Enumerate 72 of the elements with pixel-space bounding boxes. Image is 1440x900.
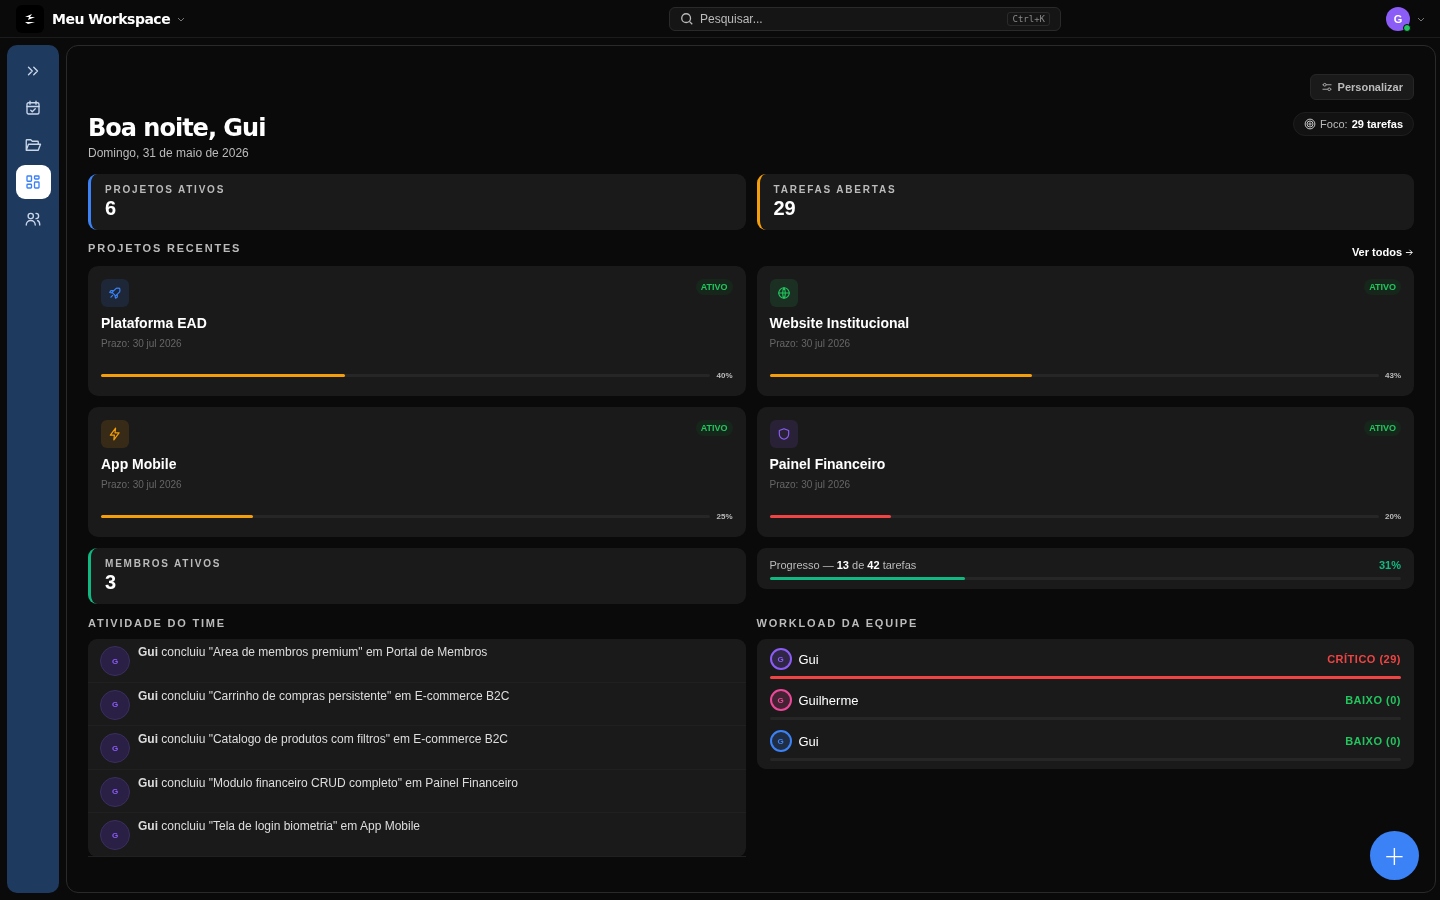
logo-icon (16, 4, 44, 33)
workload-status: BAIXO (0) (1345, 694, 1401, 706)
section-title: WORKLOAD DA EQUIPE (756, 617, 920, 629)
project-name: App Mobile (101, 456, 178, 472)
user-avatar: G (100, 733, 130, 764)
section-title: PROJETOS RECENTES (88, 242, 242, 254)
project-card[interactable]: ATIVO Painel Financeiro Prazo: 30 jul 2026 20% (756, 407, 1414, 537)
status-badge: ATIVO (695, 420, 733, 436)
progress-percent: 25% (716, 512, 733, 521)
arrow-right-icon (1405, 247, 1414, 257)
project-name: Plataforma EAD (101, 315, 208, 331)
progress-percent: 20% (1385, 512, 1401, 521)
see-all-link[interactable]: Ver todos (1351, 246, 1414, 258)
user-avatar: G (100, 776, 130, 807)
user-avatar: G (100, 689, 130, 720)
stat-label: MEMBROS ATIVOS (105, 558, 223, 569)
project-card[interactable]: ATIVO Website Institucional Prazo: 30 jul 2026 43% (756, 266, 1414, 396)
user-avatar[interactable]: G (1386, 6, 1410, 31)
project-name: Website Institucional (769, 315, 911, 331)
member-name: Guilherme (798, 692, 860, 708)
progress-percent: 43% (1385, 371, 1401, 380)
member-name: Gui (798, 651, 820, 667)
activity-text: Gui concluiu "Carrinho de compras persistente" em E-commerce B2C (138, 688, 510, 703)
target-icon (1304, 118, 1317, 130)
user-avatar: G (769, 730, 792, 752)
project-card[interactable]: ATIVO App Mobile Prazo: 30 jul 2026 25% (88, 407, 746, 537)
date-text: Domingo, 31 de maio de 2026 (88, 146, 250, 160)
deadline-text: Prazo: 30 jul 2026 (101, 338, 183, 349)
progress-percent: 31% (1378, 559, 1401, 571)
project-name: Painel Financeiro (769, 456, 887, 472)
shortcut-hint: Ctrl+K (1007, 11, 1050, 26)
status-badge: ATIVO (695, 279, 733, 295)
stat-label: PROJETOS ATIVOS (105, 184, 227, 195)
user-avatar: G (100, 820, 130, 851)
workspace-switcher[interactable]: Meu Workspace (52, 10, 187, 27)
workload-status: BAIXO (0) (1345, 735, 1401, 747)
status-badge: ATIVO (1364, 420, 1401, 436)
focus-value: 29 tarefas (1351, 118, 1403, 130)
customize-button[interactable]: Personalizar (1309, 74, 1414, 100)
deadline-text: Prazo: 30 jul 2026 (769, 479, 852, 490)
progress-text: Progresso — 13 de 42 tarefas (769, 559, 917, 571)
user-avatar: G (769, 648, 792, 670)
progress-percent: 40% (716, 371, 733, 380)
focus-label: Foco: (1320, 118, 1348, 130)
grid-icon (24, 173, 42, 191)
folder-icon (24, 136, 42, 154)
status-badge: ATIVO (1364, 279, 1401, 295)
stat-value: 6 (105, 197, 118, 220)
activity-text: Gui concluiu "Area de membros premium" em Portal de Membros (138, 645, 488, 659)
stat-value: 3 (105, 571, 118, 594)
search-field[interactable]: Pesquisar... (700, 11, 1002, 26)
deadline-text: Prazo: 30 jul 2026 (101, 479, 183, 490)
stat-value: 29 (773, 197, 797, 220)
sidebar-nav-button[interactable] (15, 165, 51, 199)
users-icon (24, 210, 42, 228)
workload-status: CRÍTICO (29) (1327, 653, 1401, 665)
sliders-icon (1320, 81, 1333, 93)
project-card[interactable]: ATIVO Plataforma EAD Prazo: 30 jul 2026 40% (88, 266, 746, 396)
user-avatar: G (100, 646, 130, 676)
user-avatar: G (769, 689, 792, 711)
add-button[interactable]: + (1370, 831, 1419, 880)
stat-label: TAREFAS ABERTAS (773, 184, 898, 195)
search-bar[interactable]: Pesquisar... Ctrl+K (669, 6, 1061, 31)
member-name: Gui (798, 733, 820, 749)
greeting-title: Boa noite, Gui (88, 114, 266, 142)
activity-text: Gui concluiu "Modulo financeiro CRUD completo" em Painel Financeiro (138, 775, 519, 790)
search-icon (680, 11, 694, 26)
section-title: ATIVIDADE DO TIME (88, 617, 227, 629)
activity-text: Gui concluiu "Tela de login biometria" em App Mobile (138, 819, 420, 834)
deadline-text: Prazo: 30 jul 2026 (769, 338, 852, 349)
calendar-icon (24, 99, 42, 117)
activity-text: Gui concluiu "Catalogo de produtos com filtros" em E-commerce B2C (138, 732, 508, 747)
